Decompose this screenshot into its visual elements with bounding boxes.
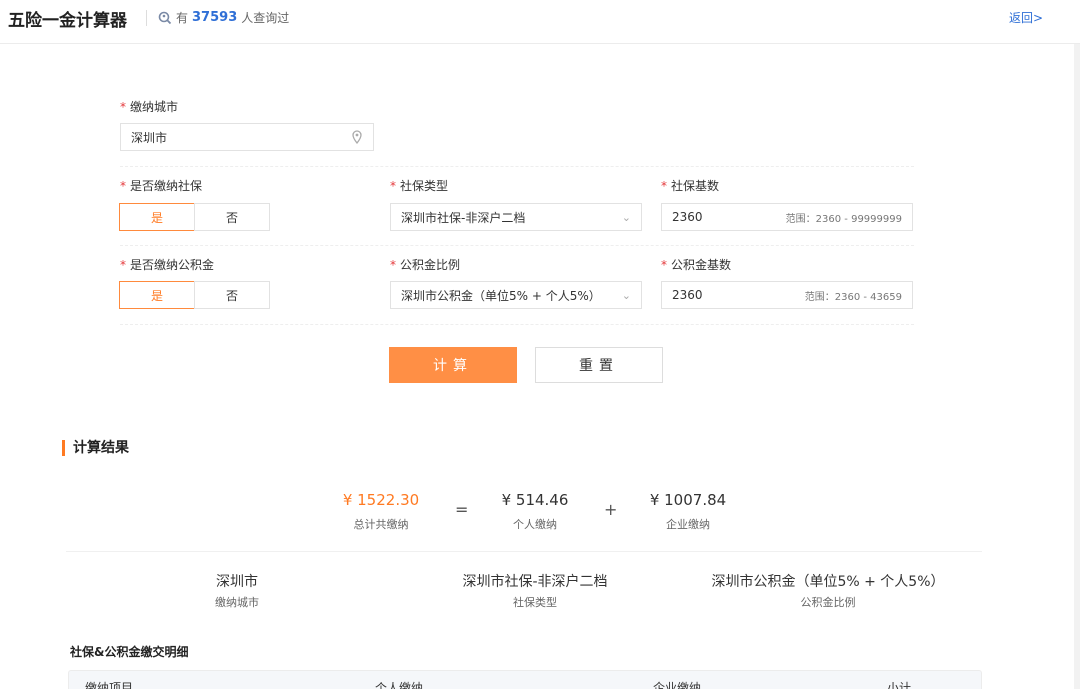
fund-base-input[interactable]: 2360 范围：2360 - 43659 [661, 281, 913, 309]
social-type-label: * 社保类型 [390, 179, 449, 193]
social-no-option[interactable]: 否 [194, 203, 270, 231]
reset-button[interactable]: 重置 [535, 347, 663, 383]
social-toggle: 是 否 [119, 203, 270, 231]
social-base-input[interactable]: 2360 范围：2360 - 99999999 [661, 203, 913, 231]
fund-ratio-select[interactable]: 深圳市公积金（单位5% + 个人5%） ⌄ [390, 281, 642, 309]
form-divider [120, 245, 914, 246]
title-divider [146, 10, 147, 26]
info-fund-ratio-value: 深圳市公积金（单位5% + 个人5%） [711, 574, 945, 590]
fund-ratio-value: 深圳市公积金（单位5% + 个人5%） [401, 288, 601, 303]
top-bar: 五险一金计算器 有 37593 人查询过 返回> [0, 0, 1080, 44]
info-city-value: 深圳市 [216, 574, 258, 590]
company-amount-label: 企业缴纳 [666, 518, 710, 531]
info-city-label: 缴纳城市 [215, 596, 259, 609]
fund-yes-option[interactable]: 是 [119, 281, 195, 309]
search-people-icon [158, 11, 172, 24]
city-label: * 缴纳城市 [120, 100, 179, 114]
calculate-button[interactable]: 计算 [389, 347, 517, 383]
location-pin-icon [352, 130, 362, 144]
query-stats: 有 37593 人查询过 [158, 9, 289, 26]
fund-no-option[interactable]: 否 [194, 281, 270, 309]
result-section-title: 计算结果 [62, 440, 129, 456]
chevron-down-icon: ⌄ [621, 288, 631, 302]
city-value: 深圳市 [131, 130, 168, 145]
total-amount-label: 总计共缴纳 [353, 518, 409, 531]
social-type-select[interactable]: 深圳市社保-非深户二档 ⌄ [390, 203, 642, 231]
page-title: 五险一金计算器 [8, 11, 127, 31]
social-base-range: 范围：2360 - 99999999 [785, 213, 902, 225]
social-type-value: 深圳市社保-非深户二档 [401, 210, 526, 225]
plus-sign: + [604, 500, 618, 519]
fund-base-value: 2360 [672, 288, 703, 302]
scrollbar-track[interactable] [1074, 44, 1080, 689]
city-select[interactable]: 深圳市 [120, 123, 374, 151]
result-divider [66, 551, 982, 552]
personal-amount: ¥ 514.46 [501, 491, 569, 509]
chevron-down-icon: ⌄ [621, 210, 631, 224]
stats-prefix: 有 [176, 11, 189, 25]
info-fund-ratio-label: 公积金比例 [800, 596, 856, 609]
fund-base-range: 范围：2360 - 43659 [804, 291, 902, 303]
stats-suffix: 人查询过 [241, 11, 290, 25]
social-label: * 是否缴纳社保 [120, 179, 203, 193]
social-yes-option[interactable]: 是 [119, 203, 195, 231]
company-amount: ¥ 1007.84 [649, 491, 727, 509]
stats-count: 37593 [192, 10, 238, 25]
detail-table-header: 缴纳项目 个人缴纳 企业缴纳 小计 [68, 670, 982, 689]
social-base-value: 2360 [672, 210, 703, 224]
info-social-type-value: 深圳市社保-非深户二档 [462, 574, 608, 590]
form-divider [120, 166, 914, 167]
equals-sign: = [455, 500, 469, 519]
column-header: 小计 [887, 681, 912, 689]
form-divider [120, 324, 914, 325]
total-amount: ¥ 1522.30 [342, 491, 420, 509]
social-base-label: * 社保基数 [661, 179, 720, 193]
personal-amount-label: 个人缴纳 [513, 518, 557, 531]
info-social-type-label: 社保类型 [513, 596, 557, 609]
fund-ratio-label: * 公积金比例 [390, 258, 461, 272]
fund-base-label: * 公积金基数 [661, 258, 732, 272]
fund-toggle: 是 否 [119, 281, 270, 309]
back-link[interactable]: 返回> [1009, 9, 1043, 26]
fund-label: * 是否缴纳公积金 [120, 258, 215, 272]
column-header: 个人缴纳 [375, 681, 424, 689]
column-header: 缴纳项目 [85, 681, 134, 689]
column-header: 企业缴纳 [653, 681, 702, 689]
detail-section-title: 社保&公积金缴交明细 [70, 645, 189, 659]
